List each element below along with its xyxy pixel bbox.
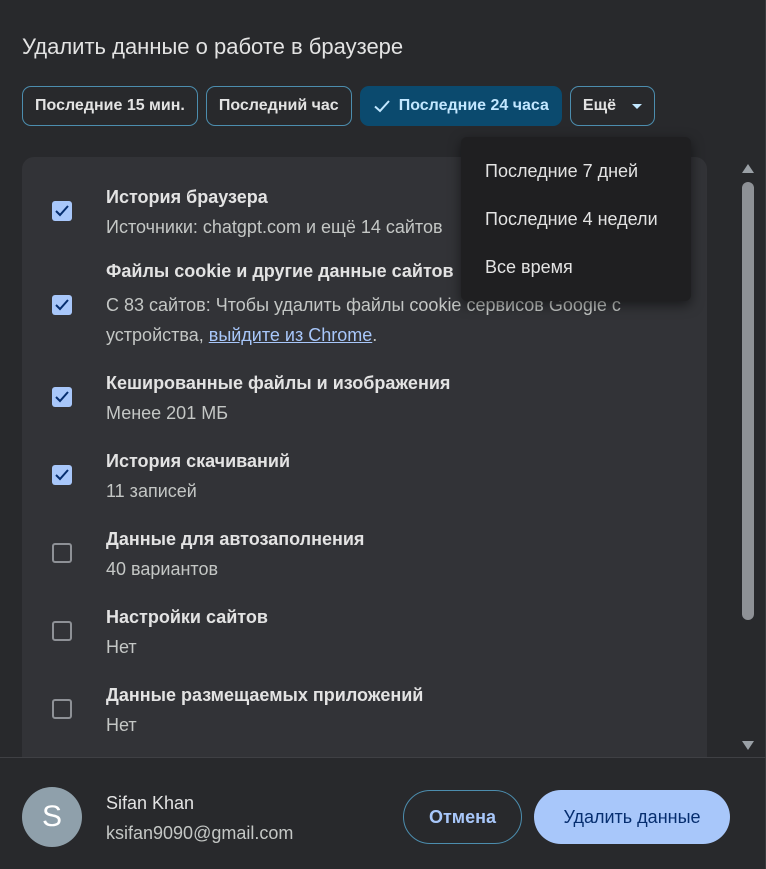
scrollbar-thumb[interactable] [742, 182, 754, 620]
item-title: Данные размещаемых приложений [106, 685, 424, 705]
dialog-title: Удалить данные о работе в браузере [22, 34, 404, 59]
item-title: История браузера [106, 187, 268, 207]
checkbox-unchecked[interactable] [52, 699, 72, 719]
menu-item-last-4-weeks[interactable]: Последние 4 недели [485, 209, 658, 230]
item-subtitle: 40 вариантов [106, 559, 219, 579]
chip-last-hour[interactable]: Последний час [205, 86, 352, 126]
item-subtitle: Нет [106, 637, 137, 657]
checkbox-checked[interactable] [52, 465, 72, 485]
caret-down-icon [632, 103, 642, 109]
chip-label: Последние 15 мин. [35, 97, 185, 114]
item-subtitle: Менее 201 МБ [106, 403, 229, 423]
scroll-up-arrow-icon[interactable] [742, 164, 754, 173]
delete-button-label: Удалить данные [563, 806, 701, 827]
chip-label: Последние 24 часа [398, 97, 549, 114]
checkbox-checked[interactable] [52, 387, 72, 407]
more-time-range-menu: Последние 7 дней Последние 4 недели Все … [461, 137, 691, 301]
time-range-chips: Последние 15 мин. Последний час Последни… [22, 86, 655, 126]
account-email: ksifan9090@gmail.com [106, 823, 294, 843]
item-subtitle: Нет [106, 715, 137, 735]
account-name: Sifan Khan [106, 793, 195, 813]
sign-out-link[interactable]: выйдите из Chrome [209, 325, 373, 345]
checkbox-checked[interactable] [52, 201, 72, 221]
scroll-down-arrow-icon[interactable] [742, 741, 754, 750]
delete-data-button[interactable]: Удалить данные [534, 790, 730, 844]
checkbox-checked[interactable] [52, 295, 72, 315]
item-title: Данные для автозаполнения [106, 529, 365, 549]
chip-last-15-min[interactable]: Последние 15 мин. [22, 86, 198, 126]
avatar: S [22, 787, 82, 847]
item-subtitle-suffix: . [372, 325, 378, 345]
footer-divider [0, 757, 766, 758]
avatar-letter: S [41, 800, 62, 833]
item-title: История скачиваний [106, 451, 291, 471]
chip-label: Ещё [582, 97, 616, 114]
item-subtitle: 11 записей [106, 481, 197, 501]
chip-label: Последний час [218, 97, 339, 114]
chip-more[interactable]: Ещё [569, 86, 655, 126]
item-title: Файлы cookie и другие данные сайтов [106, 261, 454, 281]
checkbox-unchecked[interactable] [52, 621, 72, 641]
checkbox-unchecked[interactable] [52, 543, 72, 563]
check-icon [373, 97, 391, 115]
cancel-button-label: Отмена [428, 806, 497, 827]
menu-item-last-7-days[interactable]: Последние 7 дней [485, 161, 638, 182]
cancel-button[interactable]: Отмена [403, 790, 522, 844]
clear-browsing-data-dialog: Удалить данные о работе в браузере После… [0, 0, 766, 869]
chip-last-24-hours[interactable]: Последние 24 часа [359, 86, 562, 126]
item-title: Кешированные файлы и изображения [106, 373, 451, 393]
menu-item-all-time[interactable]: Все время [485, 257, 573, 278]
item-title: Настройки сайтов [106, 607, 268, 627]
